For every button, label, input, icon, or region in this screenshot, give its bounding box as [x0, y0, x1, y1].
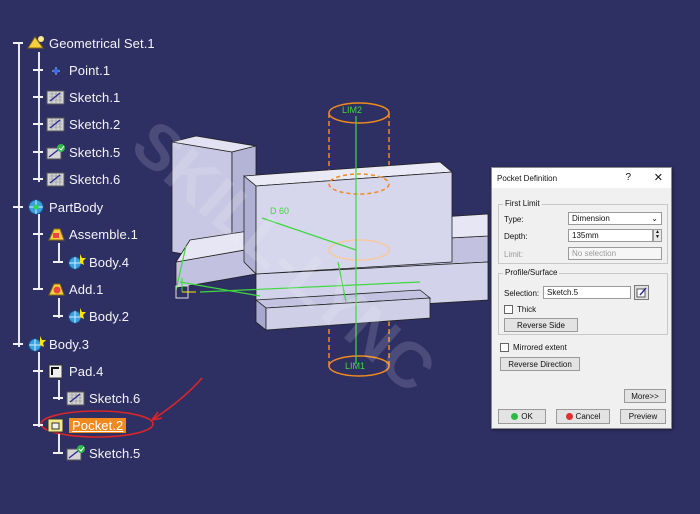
mirrored-extent-checkbox[interactable] — [500, 343, 509, 352]
sketch-icon — [46, 170, 66, 188]
cancel-icon — [565, 413, 573, 420]
body-icon — [26, 335, 46, 353]
depth-label: Depth: — [504, 232, 528, 241]
ok-button[interactable]: OK — [498, 409, 546, 424]
cancel-button[interactable]: Cancel — [556, 409, 610, 424]
selection-field[interactable]: Sketch.5 — [543, 286, 631, 299]
tree-item-part-body[interactable]: PartBody — [12, 197, 103, 217]
chevron-down-icon: ⌄ — [651, 214, 658, 223]
tree-item-pad-4[interactable]: Pad.4 — [32, 361, 103, 381]
pocket-definition-dialog: Pocket Definition ? ✕ First Limit Type: … — [491, 167, 672, 429]
part-body-icon — [26, 198, 46, 216]
reverse-side-button[interactable]: Reverse Side — [504, 318, 578, 332]
tree-item-add-1[interactable]: Add.1 — [32, 279, 103, 299]
geometrical-set-icon — [26, 34, 46, 52]
point-icon — [46, 61, 66, 79]
type-select[interactable]: Dimension ⌄ — [568, 212, 662, 225]
more-button[interactable]: More>> — [624, 389, 666, 403]
body-icon — [66, 253, 86, 271]
tree-item-geometrical-set-1[interactable]: Geometrical Set.1 — [12, 33, 155, 53]
lim2-label: LIM2 — [342, 105, 362, 115]
preview-button[interactable]: Preview — [620, 409, 666, 424]
tree-item-assemble-1[interactable]: Assemble.1 — [32, 224, 138, 244]
tree-item-body-2[interactable]: Body.2 — [52, 306, 129, 326]
tree-item-sketch-5[interactable]: Sketch.5 — [32, 142, 120, 162]
reverse-direction-button[interactable]: Reverse Direction — [500, 357, 580, 371]
sketch-icon — [46, 143, 66, 161]
sketch-icon — [66, 444, 86, 462]
close-button[interactable]: ✕ — [654, 171, 663, 184]
tree-item-sketch-6-child[interactable]: Sketch.6 — [52, 388, 140, 408]
ok-icon — [511, 413, 519, 420]
tree-item-point-1[interactable]: Point.1 — [32, 60, 110, 80]
thick-label: Thick — [517, 305, 537, 314]
sketch-icon — [46, 88, 66, 106]
type-label: Type: — [504, 215, 524, 224]
body-icon — [66, 307, 86, 325]
sketch-edit-icon[interactable] — [634, 285, 649, 300]
sketch-icon — [66, 389, 86, 407]
tree-item-sketch-2[interactable]: Sketch.2 — [32, 114, 120, 134]
pad-icon — [46, 362, 66, 380]
add-icon — [46, 280, 66, 298]
depth-spinner-icon[interactable]: ▲ ▼ — [653, 229, 662, 242]
profile-surface-title: Profile/Surface — [503, 268, 560, 277]
first-limit-title: First Limit — [503, 199, 542, 208]
dialog-titlebar[interactable]: Pocket Definition ? ✕ — [492, 168, 671, 188]
tree-item-sketch-6[interactable]: Sketch.6 — [32, 169, 120, 189]
thick-checkbox[interactable] — [504, 305, 513, 314]
tree-item-body-3[interactable]: Body.3 — [12, 334, 89, 354]
sketch-icon — [46, 115, 66, 133]
limit-label: Limit: — [504, 250, 524, 259]
assemble-icon — [46, 225, 66, 243]
help-button[interactable]: ? — [625, 172, 631, 183]
limit-field: No selection — [568, 247, 662, 260]
dialog-title: Pocket Definition — [497, 173, 558, 183]
tree-item-body-4[interactable]: Body.4 — [52, 252, 129, 272]
tree-item-sketch-1[interactable]: Sketch.1 — [32, 87, 120, 107]
tree-item-pocket-2[interactable]: Pocket.2 — [32, 415, 127, 435]
depth-input[interactable]: 135mm — [568, 229, 653, 242]
pocket-icon — [46, 416, 66, 434]
mirrored-extent-label: Mirrored extent — [513, 343, 567, 352]
tree-item-sketch-5-child[interactable]: Sketch.5 — [52, 443, 140, 463]
selection-label: Selection: — [504, 289, 540, 298]
